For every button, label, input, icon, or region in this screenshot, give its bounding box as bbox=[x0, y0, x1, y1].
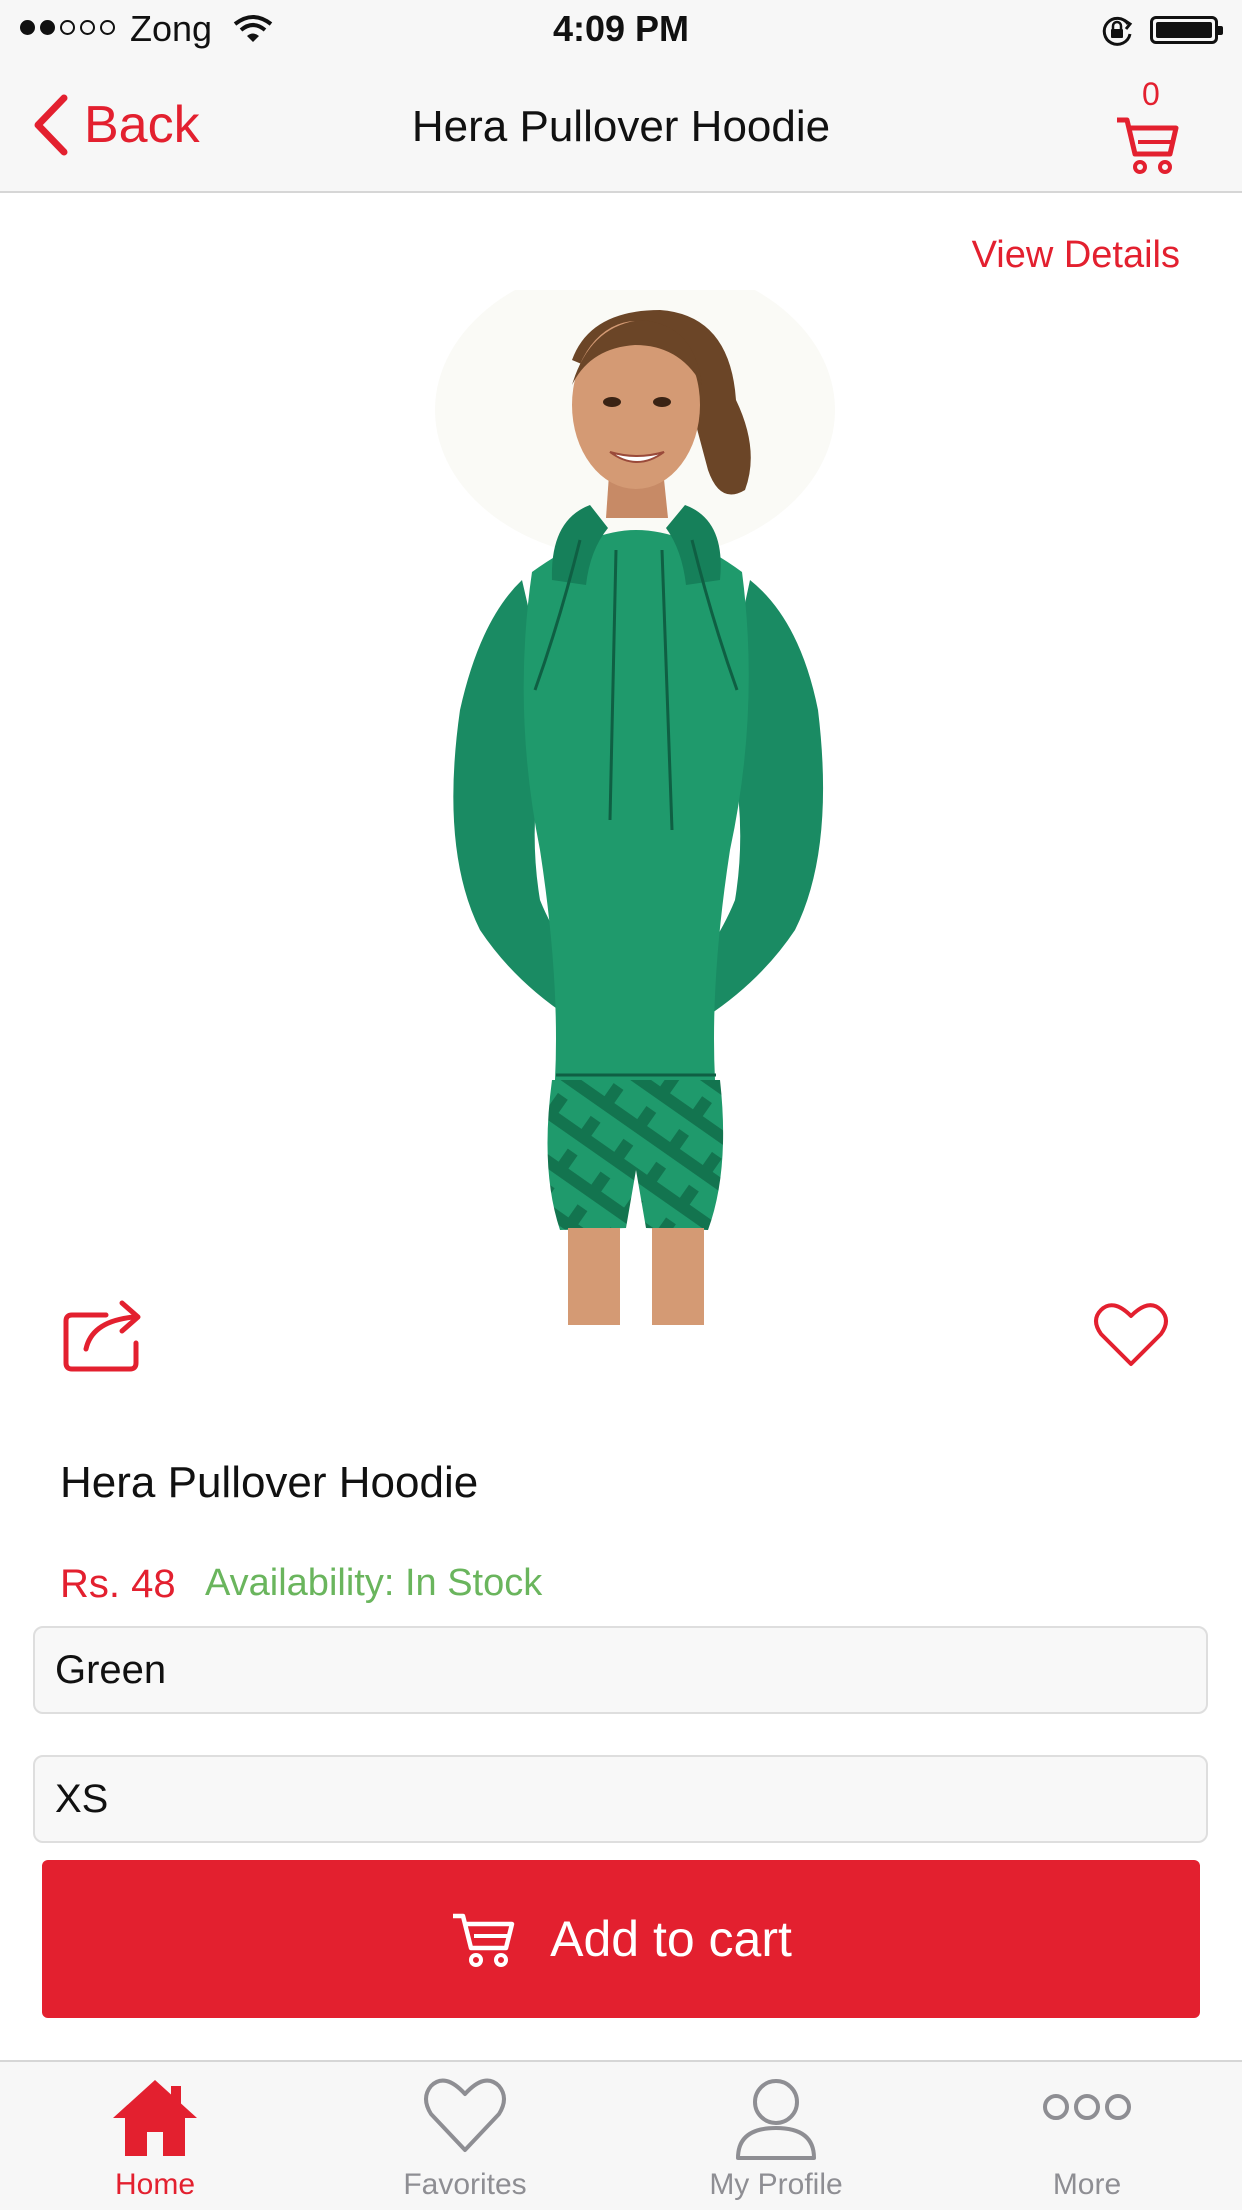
clock: 4:09 PM bbox=[552, 8, 690, 49]
cart-icon bbox=[1117, 117, 1179, 174]
cart-button[interactable]: 0 bbox=[1110, 70, 1200, 180]
color-select[interactable]: Green bbox=[33, 1626, 1208, 1714]
tab-more[interactable]: More bbox=[932, 2062, 1242, 2210]
view-details-link[interactable]: View Details bbox=[972, 234, 1180, 277]
tab-home-label: Home bbox=[114, 2168, 196, 2201]
more-icon bbox=[1043, 2094, 1131, 2120]
add-to-cart-button[interactable]: Add to cart bbox=[42, 1860, 1200, 2018]
favorite-button[interactable] bbox=[1093, 1300, 1169, 1373]
status-bar: Zong 4:09 PM bbox=[0, 0, 1242, 60]
tab-more-label: More bbox=[1052, 2168, 1122, 2201]
product-name: Hera Pullover Hoodie bbox=[60, 1458, 479, 1507]
add-to-cart-label: Add to cart bbox=[550, 1911, 792, 1967]
size-select[interactable]: XS bbox=[33, 1755, 1208, 1843]
home-icon bbox=[113, 2080, 197, 2156]
share-button[interactable] bbox=[62, 1295, 146, 1378]
navigation-bar: Back Hera Pullover Hoodie 0 bbox=[0, 60, 1242, 193]
heart-icon bbox=[1094, 1303, 1168, 1366]
rotation-lock-icon bbox=[1100, 14, 1134, 53]
color-select-value: Green bbox=[55, 1647, 167, 1692]
tab-my-profile-label: My Profile bbox=[709, 2168, 843, 2201]
product-price: Rs. 48 bbox=[60, 1562, 176, 1606]
cart-icon bbox=[453, 1913, 515, 1967]
tab-home[interactable]: Home bbox=[0, 2062, 310, 2210]
availability-status: Availability: In Stock bbox=[205, 1562, 543, 1604]
share-icon bbox=[63, 1300, 141, 1372]
tab-my-profile[interactable]: My Profile bbox=[621, 2062, 931, 2210]
size-select-value: XS bbox=[55, 1776, 109, 1821]
tab-bar: Home Favorites My Profile More bbox=[0, 2060, 1242, 2210]
battery-icon bbox=[1150, 16, 1223, 44]
tab-favorites[interactable]: Favorites bbox=[310, 2062, 620, 2210]
product-image bbox=[290, 260, 970, 1325]
cart-count-badge: 0 bbox=[1142, 76, 1160, 112]
tab-favorites-label: Favorites bbox=[403, 2168, 527, 2201]
page-title: Hera Pullover Hoodie bbox=[411, 102, 831, 151]
user-icon bbox=[736, 2079, 816, 2160]
heart-icon bbox=[424, 2078, 506, 2152]
